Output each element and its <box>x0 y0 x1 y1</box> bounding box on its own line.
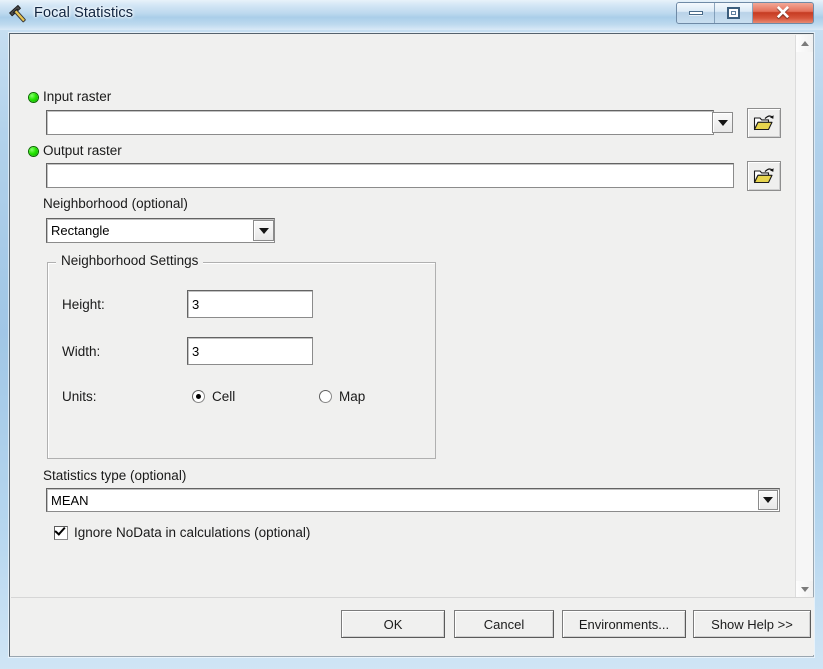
close-button[interactable]: ✕ <box>753 3 813 23</box>
dialog-button-bar: OK Cancel Environments... Show Help >> <box>11 597 814 655</box>
units-radio-cell[interactable] <box>192 390 205 403</box>
checkmark-icon <box>54 524 66 536</box>
scroll-up-arrow-icon <box>800 41 809 46</box>
window-title: Focal Statistics <box>34 5 134 21</box>
close-icon: ✕ <box>775 2 791 24</box>
open-folder-icon <box>753 115 774 131</box>
chevron-down-icon <box>763 497 773 503</box>
units-radio-map[interactable] <box>319 390 332 403</box>
hammer-tool-icon <box>9 5 26 23</box>
form-scrollbar[interactable] <box>795 35 813 598</box>
height-label: Height: <box>62 297 105 312</box>
statistics-type-dropdown-button[interactable] <box>758 490 778 510</box>
maximize-icon <box>727 7 740 19</box>
input-raster-label: Input raster <box>43 89 112 104</box>
focal-statistics-window: Focal Statistics ✕ Input raster Output r… <box>0 0 823 669</box>
neighborhood-settings-group-title: Neighborhood Settings <box>56 253 204 268</box>
units-radio-cell-label[interactable]: Cell <box>212 389 235 404</box>
output-raster-required-indicator <box>29 147 38 156</box>
ignore-nodata-label[interactable]: Ignore NoData in calculations (optional) <box>74 525 310 540</box>
radio-selected-dot <box>196 394 201 399</box>
neighborhood-select[interactable]: Rectangle <box>46 218 275 243</box>
minimize-button[interactable] <box>677 3 715 23</box>
input-raster-required-indicator <box>29 93 38 102</box>
form-scroll-region: Input raster Output raster Neighborhood … <box>10 34 796 599</box>
show-help-button[interactable]: Show Help >> <box>693 610 811 638</box>
maximize-button[interactable] <box>715 3 753 23</box>
ok-button[interactable]: OK <box>341 610 445 638</box>
chevron-down-icon <box>258 227 269 234</box>
environments-button[interactable]: Environments... <box>562 610 686 638</box>
input-raster-dropdown-button[interactable] <box>712 112 733 133</box>
width-input[interactable]: 3 <box>187 337 313 365</box>
statistics-type-label: Statistics type (optional) <box>43 468 187 483</box>
width-label: Width: <box>62 344 101 359</box>
input-raster-input[interactable] <box>46 110 714 135</box>
scrollbar-track[interactable] <box>796 52 813 581</box>
units-label: Units: <box>62 389 97 404</box>
output-raster-browse-button[interactable] <box>747 161 781 191</box>
scroll-down-arrow-icon <box>800 587 809 592</box>
output-raster-label: Output raster <box>43 143 122 158</box>
dialog-client-area: Input raster Output raster Neighborhood … <box>9 33 814 657</box>
neighborhood-label: Neighborhood (optional) <box>43 196 188 211</box>
units-radio-map-label[interactable]: Map <box>339 389 365 404</box>
scroll-up-button[interactable] <box>796 35 813 52</box>
minimize-icon <box>688 11 703 15</box>
cancel-button[interactable]: Cancel <box>454 610 554 638</box>
chevron-down-icon <box>717 119 728 126</box>
height-input[interactable]: 3 <box>187 290 313 318</box>
input-raster-browse-button[interactable] <box>747 108 781 138</box>
scroll-down-button[interactable] <box>796 581 813 598</box>
window-controls: ✕ <box>676 2 814 24</box>
statistics-type-select[interactable]: MEAN <box>46 488 780 512</box>
title-bar[interactable]: Focal Statistics ✕ <box>0 0 823 30</box>
open-folder-icon <box>753 168 774 184</box>
neighborhood-dropdown-button[interactable] <box>253 220 274 241</box>
ignore-nodata-checkbox[interactable] <box>54 524 68 540</box>
output-raster-input[interactable] <box>46 163 734 188</box>
